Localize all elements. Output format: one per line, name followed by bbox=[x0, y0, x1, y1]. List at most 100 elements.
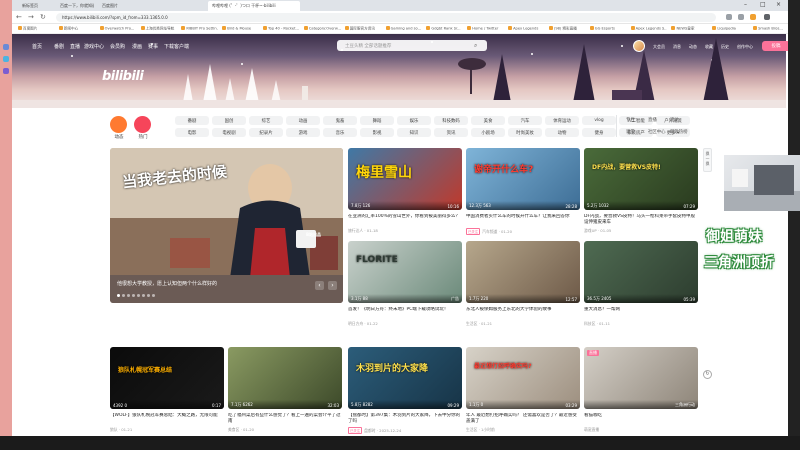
carousel-dot[interactable] bbox=[137, 294, 140, 297]
category-tag[interactable]: 动画 bbox=[286, 116, 320, 125]
hot-channel-icon[interactable] bbox=[134, 116, 151, 133]
category-tag[interactable]: 电影 bbox=[175, 128, 209, 137]
video-card[interactable]: 36.5万 2405 05:39 重大消息？一帮网 科技区 · 01-11 bbox=[584, 241, 698, 331]
video-author[interactable]: 狼队 · 01-21 bbox=[110, 427, 132, 433]
video-card[interactable]: 梅里雪山 7.8万 126 10:16 在亚洲的汇率100%的雪山世外，你看到被美丽得… bbox=[348, 148, 462, 238]
search-input[interactable]: 土豆头精 全部话题推荐 bbox=[337, 40, 487, 51]
category-tag[interactable]: 健身 bbox=[582, 128, 616, 137]
video-title[interactable]: 在亚洲的汇率100%的雪山世外，你看到被美丽得多么？ bbox=[348, 214, 462, 226]
video-thumbnail[interactable]: 狼队札幌冠军赛总结 4392 0 0:17 bbox=[110, 347, 224, 409]
quick-link[interactable]: 课堂 bbox=[626, 129, 635, 135]
upload-button[interactable]: 投稿 bbox=[762, 41, 788, 51]
nav-esports[interactable]: 赛事 bbox=[148, 43, 158, 50]
category-tag[interactable]: 汽车 bbox=[508, 116, 542, 125]
video-title[interactable]: 吃了福州菜后有些什么感觉了？看上一遍的菜会介平了过南 bbox=[228, 413, 342, 425]
bookmark-item[interactable]: Smash Bros... bbox=[753, 26, 788, 31]
video-thumbnail[interactable]: 直播 三角洲行动 bbox=[584, 347, 698, 409]
bilibili-logo[interactable]: bilibili bbox=[102, 69, 144, 84]
minimize-icon[interactable]: – bbox=[744, 1, 747, 8]
refresh-float-icon[interactable]: ↻ bbox=[703, 370, 712, 379]
bookmark-item[interactable]: 百度图片 bbox=[18, 26, 55, 32]
carousel-prev-icon[interactable]: ‹ bbox=[315, 281, 324, 290]
video-title[interactable]: 首发！《明日方舟：终末地》PC端下载攻略试玩！ bbox=[348, 307, 462, 319]
video-thumbnail[interactable]: 最近想打招呼确实吗? 1.1万 0 03:29 bbox=[466, 347, 580, 409]
category-tag[interactable]: 科技数码 bbox=[434, 116, 468, 125]
nav-shop[interactable]: 会员购 bbox=[110, 43, 125, 50]
category-tag[interactable]: 综艺 bbox=[249, 116, 283, 125]
category-tag[interactable]: 电视剧 bbox=[212, 128, 246, 137]
browser-tab-active[interactable]: 哔哩哔哩 (゜-゜)つロ 干杯~-bilibili bbox=[208, 1, 300, 11]
nav-messages[interactable]: 消息 bbox=[673, 44, 681, 50]
video-thumbnail[interactable]: DF内战，要营救VS皮特! 5.2万 1032 07:29 bbox=[584, 148, 698, 210]
bookmark-item[interactable]: Gaming and so... bbox=[386, 26, 423, 31]
video-title[interactable]: 【WOLF】狼队札幌冠军赛总结：大概之路，无限可能 bbox=[110, 413, 224, 425]
carousel-dot[interactable] bbox=[152, 294, 155, 297]
carousel-dot[interactable] bbox=[132, 294, 135, 297]
nav-home[interactable]: 首页 bbox=[32, 43, 42, 50]
menu-icon[interactable] bbox=[764, 14, 770, 20]
bookmark-item[interactable]: GG Esports bbox=[590, 26, 627, 31]
video-card[interactable]: 谢帝开什么车? 12.3万 563 28:28 中国消费者买什么车的时候开什么车？让我… bbox=[466, 148, 580, 238]
category-tag[interactable]: 知识 bbox=[397, 128, 431, 137]
video-title[interactable]: DF内战，要营救VS皮特！马头一枪科莱带手套皮特甲般设伸猪皮来车 bbox=[584, 214, 698, 226]
quick-link[interactable]: 新歌热榜 bbox=[670, 129, 688, 135]
video-thumbnail[interactable]: 木羽到片的大家降 5.8万 8282 09:29 bbox=[348, 347, 462, 409]
bookmark-item[interactable]: Apex Legends S... bbox=[631, 26, 668, 31]
video-title[interactable]: 年人 最近想打招呼确实吗？ 还需喜欢是否了？最近感受盖满了 bbox=[466, 413, 580, 425]
video-thumbnail[interactable]: 梅里雪山 7.8万 126 10:16 bbox=[348, 148, 462, 210]
video-thumbnail[interactable]: 1.7万 220 12:57 bbox=[466, 241, 580, 303]
quick-link[interactable]: 专栏 bbox=[626, 117, 635, 123]
extension-icon[interactable] bbox=[726, 14, 732, 20]
video-thumbnail[interactable]: 7.1万 6262 32:03 bbox=[228, 347, 342, 409]
browser-tab[interactable]: 新标签页 bbox=[18, 1, 54, 11]
nav-history[interactable]: 历史 bbox=[721, 44, 729, 50]
back-icon[interactable]: ← bbox=[16, 13, 22, 21]
bookmark-item[interactable]: Home / Twitter bbox=[467, 26, 504, 31]
nav-download[interactable]: 下载客户端 bbox=[164, 43, 189, 50]
video-author[interactable]: 生活区 · 1小时前 bbox=[466, 427, 495, 433]
url-field[interactable]: https://www.bilibili.com/?spm_id_from=33… bbox=[56, 13, 716, 22]
video-author[interactable]: 游戏UP · 01-05 bbox=[584, 228, 611, 234]
category-tag[interactable]: 影视 bbox=[360, 128, 394, 137]
category-tag[interactable]: vlog bbox=[582, 116, 616, 125]
category-tag[interactable]: 番剧 bbox=[175, 116, 209, 125]
bookmark-item[interactable]: (98) 精彩直播 bbox=[549, 26, 586, 32]
video-thumbnail[interactable]: 36.5万 2405 05:39 bbox=[584, 241, 698, 303]
carousel-dot[interactable] bbox=[122, 294, 125, 297]
video-card[interactable]: 狼队札幌冠军赛总结 4392 0 0:17 【WOLF】狼队札幌冠军赛总结：大概之路，… bbox=[110, 347, 224, 436]
bookmark-item[interactable]: 新闻中心 bbox=[59, 26, 96, 32]
dock-app-icon[interactable] bbox=[3, 56, 9, 62]
video-title[interactable]: 中国消费者买什么车的时候开什么车？让我来回答你 bbox=[466, 214, 580, 226]
bookmark-item[interactable]: Liquipedia bbox=[712, 26, 749, 31]
video-card[interactable]: DF内战，要营救VS皮特! 5.2万 1032 07:29 DF内战，要营救VS皮特！… bbox=[584, 148, 698, 238]
dock-app-icon[interactable] bbox=[3, 68, 9, 74]
video-title[interactable]: 东北人被保姆服务上东北的大学体验的故事 bbox=[466, 307, 580, 319]
category-tag[interactable]: 娱乐 bbox=[397, 116, 431, 125]
browser-tab[interactable]: 百度图片 bbox=[98, 1, 132, 11]
category-tag[interactable]: 动物 bbox=[545, 128, 579, 137]
nav-live[interactable]: 直播 bbox=[70, 43, 80, 50]
nav-game-center[interactable]: 游戏中心 bbox=[84, 43, 104, 50]
nav-favorites[interactable]: 收藏 bbox=[705, 44, 713, 50]
bookmark-item[interactable]: Category:Overw... bbox=[304, 26, 341, 31]
maximize-icon[interactable]: □ bbox=[760, 1, 766, 8]
category-tag[interactable]: 音乐 bbox=[323, 128, 357, 137]
video-author[interactable]: 已关注 盘都时 · 2025-12-24 bbox=[348, 427, 401, 434]
video-author[interactable]: 已关注 汽车频道 · 01-20 bbox=[466, 228, 512, 235]
bookmark-item[interactable]: Apex Legends bbox=[508, 26, 545, 31]
carousel-dot[interactable] bbox=[127, 294, 130, 297]
bookmark-item[interactable]: NEWS皇家 bbox=[671, 26, 708, 32]
video-author[interactable]: 生活区 · 01-21 bbox=[466, 321, 492, 327]
video-thumbnail[interactable]: 谢帝开什么车? 12.3万 563 28:28 bbox=[466, 148, 580, 210]
video-thumbnail[interactable]: FLORITE 3.1万 88 广告 bbox=[348, 241, 462, 303]
category-tag[interactable]: 游戏 bbox=[286, 128, 320, 137]
bookmark-item[interactable]: Top 40 - Rocket... bbox=[263, 26, 300, 31]
avatar[interactable] bbox=[633, 40, 645, 52]
bookmark-item[interactable]: Bird & Mouse bbox=[222, 26, 259, 31]
video-author[interactable]: 旅行达人 · 01-18 bbox=[348, 228, 378, 234]
category-tag[interactable]: 舞蹈 bbox=[360, 116, 394, 125]
reload-icon[interactable]: ↻ bbox=[40, 13, 46, 21]
hero-carousel[interactable]: 当我老去的时候 B站出品 他很想大学教授，愿上认知但两个什么样好的 ‹ › bbox=[110, 148, 343, 303]
video-card[interactable]: 直播 三角洲行动 看猫咖吃 萌宠直播 bbox=[584, 347, 698, 436]
nav-comic[interactable]: 漫画 bbox=[132, 43, 142, 50]
